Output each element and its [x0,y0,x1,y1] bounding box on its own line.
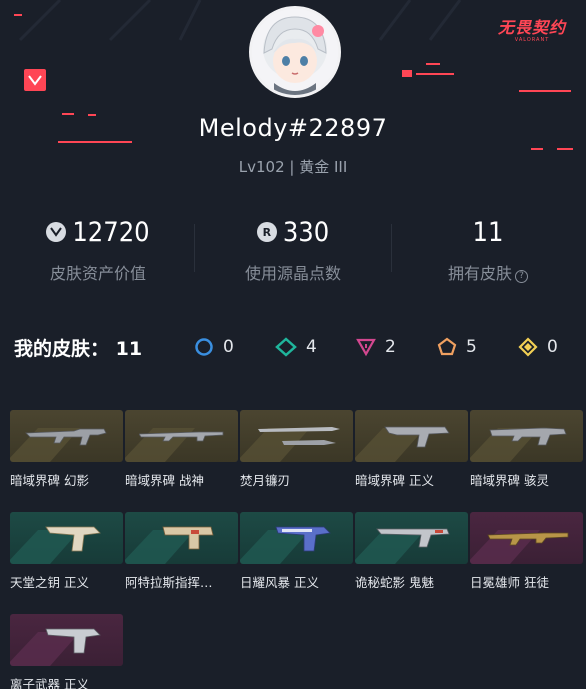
stats-panel: 12720 皮肤资产价值 R 330 使用源晶点数 11 拥有皮肤? [0,210,586,290]
valorant-v-logo-icon [24,69,46,91]
my-skins-title-label: 我的皮肤： [14,338,110,360]
skin-thumbnail [470,512,583,564]
stat-owned-skins-number: 11 [472,216,504,248]
my-skins-count: 11 [115,338,143,360]
my-skins-summary: 我的皮肤： 11 0 4 2 5 0 [0,334,586,362]
skin-card[interactable]: 暗域界碑 战神 [125,410,238,492]
tier-count: 0 [223,337,234,357]
stat-radianite-label: 使用源晶点数 [244,264,341,283]
my-skins-title: 我的皮肤： 11 [14,334,142,361]
avatar[interactable] [249,6,341,98]
tier-filter-premium[interactable]: 2 [356,337,396,357]
stat-skin-value: 12720 皮肤资产价值 [0,210,196,290]
skin-card[interactable]: 暗域界碑 骇灵 [470,410,583,492]
skin-name: 日耀风暴 正义 [240,575,319,590]
tier-filter-select[interactable]: 0 [194,337,234,357]
username: Melody#22897 [198,114,388,142]
radianite-icon: R [256,222,277,242]
brand-logo-cn: 无畏契约 [497,18,566,37]
skin-name: 阿特拉斯指挥… [125,575,213,590]
skin-name: 天堂之钥 正义 [10,575,89,590]
avatar-character-image [252,9,338,95]
brand-logo: 无畏契约 VALORANT [492,14,572,44]
skin-name: 焚月镰刃 [240,473,291,488]
skin-thumbnail [240,410,353,462]
skin-thumbnail [10,614,123,666]
skin-name: 暗域界碑 幻影 [10,473,89,488]
skin-card[interactable]: 离子武器 正义 [10,614,123,689]
skin-thumbnail [10,410,123,462]
skin-card[interactable]: 暗域界碑 正义 [355,410,468,492]
stat-owned-skins: 11 拥有皮肤? [390,210,586,290]
stat-radianite-used: R 330 使用源晶点数 [195,210,391,290]
tier-count: 4 [306,337,317,357]
stat-skin-value-number: 12720 [72,216,150,248]
stat-skin-value-label: 皮肤资产价值 [49,264,146,283]
deluxe-tier-icon [275,337,297,357]
skin-thumbnail [240,512,353,564]
premium-tier-icon [356,338,376,357]
skin-card[interactable]: 天堂之钥 正义 [10,512,123,594]
skin-name: 日冕雄师 狂徒 [470,575,549,590]
help-icon[interactable]: ? [515,270,528,283]
stat-radianite-number: 330 [282,216,330,248]
skin-thumbnail [355,512,468,564]
select-tier-icon [195,338,213,356]
skin-thumbnail [10,512,123,564]
skin-name: 暗域界碑 正义 [355,473,434,488]
level-rank: Lv102 | 黄金 III [238,158,348,176]
skin-name: 诡秘蛇影 鬼魅 [355,575,434,590]
exclusive-tier-icon [437,337,457,356]
tier-filter-ultra[interactable]: 0 [518,337,558,357]
skin-thumbnail [125,410,238,462]
tier-filter-deluxe[interactable]: 4 [275,337,317,357]
skin-card[interactable]: 阿特拉斯指挥… [125,512,238,594]
skin-name: 暗域界碑 战神 [125,473,204,488]
skin-card[interactable]: 诡秘蛇影 鬼魅 [355,512,468,594]
skin-name: 暗域界碑 骇灵 [470,473,549,488]
skin-thumbnail [125,512,238,564]
valorant-points-icon [46,222,67,242]
skin-card[interactable]: 日冕雄师 狂徒 [470,512,583,594]
tier-filter-exclusive[interactable]: 5 [437,337,477,357]
tier-count: 0 [547,337,558,357]
skin-name: 离子武器 正义 [10,677,89,689]
skin-thumbnail [470,410,583,462]
skin-thumbnail [355,410,468,462]
skin-card[interactable]: 焚月镰刃 [240,410,353,492]
ultra-tier-icon [518,337,538,357]
tier-count: 2 [385,337,396,357]
skin-card[interactable]: 暗域界碑 幻影 [10,410,123,492]
skin-card[interactable]: 日耀风暴 正义 [240,512,353,594]
tier-count: 5 [466,337,477,357]
stat-owned-skins-label: 拥有皮肤 [447,264,512,283]
